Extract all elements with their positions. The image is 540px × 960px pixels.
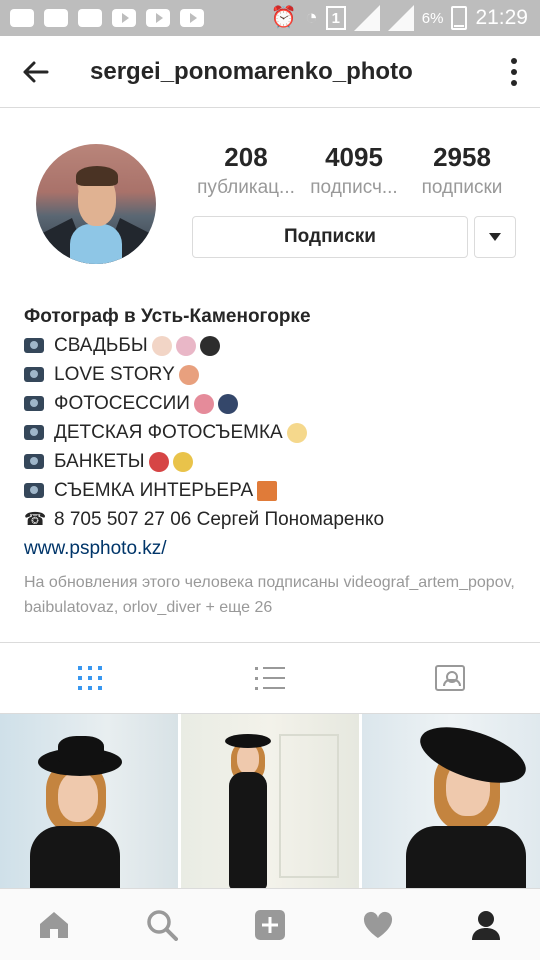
dancer-emoji-icon bbox=[148, 451, 169, 472]
heart-icon bbox=[363, 911, 393, 938]
bio-line: ФОТОСЕССИИ bbox=[24, 389, 524, 418]
battery-icon bbox=[451, 6, 468, 30]
phone-text: 8 705 507 27 06 Сергей Пономаренко bbox=[54, 509, 385, 530]
messages-icon bbox=[10, 9, 34, 27]
youtube-icon bbox=[146, 9, 170, 27]
clock: 21:29 bbox=[475, 6, 528, 29]
signal-icon bbox=[353, 5, 380, 31]
page-title: sergei_ponomarenko_photo bbox=[90, 57, 413, 85]
bio-line: СЪЕМКА ИНТЕРЬЕРА bbox=[24, 476, 524, 505]
party-popper-emoji-icon bbox=[172, 451, 193, 472]
nav-activity[interactable] bbox=[348, 895, 408, 955]
wifi-icon: ◔ bbox=[305, 6, 318, 29]
signal-icon bbox=[387, 5, 414, 31]
list-icon bbox=[255, 666, 285, 690]
bio-name: Фотограф в Усть-Каменогорке bbox=[24, 306, 311, 327]
bride-emoji-icon bbox=[151, 335, 172, 356]
bio-phone: ☎ 8 705 507 27 06 Сергей Пономаренко bbox=[24, 505, 524, 534]
bio: Фотограф в Усть-Каменогорке СВАДЬБЫ LOVE… bbox=[24, 302, 524, 563]
suggestions-dropdown-button[interactable] bbox=[474, 216, 516, 258]
youtube-icon bbox=[112, 9, 136, 27]
home-icon bbox=[40, 911, 68, 938]
bio-line-text: БАНКЕТЫ bbox=[54, 451, 145, 472]
camera-icon bbox=[24, 396, 44, 411]
bio-line-text: СЪЕМКА ИНТЕРЬЕРА bbox=[54, 480, 254, 501]
grid-icon bbox=[78, 666, 102, 690]
tagged-photos-icon bbox=[435, 665, 465, 691]
stat-posts[interactable]: 208 публикац... bbox=[192, 140, 300, 202]
stat-number: 208 bbox=[224, 142, 268, 172]
bio-line-text: ДЕТСКАЯ ФОТОСЪЕМКА bbox=[54, 422, 283, 443]
guard-emoji-icon bbox=[199, 335, 220, 356]
battery-percent: 6% bbox=[421, 9, 444, 27]
system-icons: ⏰ ◔ 1 6% 21:29 bbox=[271, 5, 540, 31]
notification-icons bbox=[0, 9, 204, 27]
back-button[interactable] bbox=[0, 36, 70, 108]
profile-icon bbox=[472, 910, 500, 940]
house-emoji-icon bbox=[257, 480, 278, 501]
bio-line: ДЕТСКАЯ ФОТОСЪЕМКА bbox=[24, 418, 524, 447]
bio-line: БАНКЕТЫ bbox=[24, 447, 524, 476]
photo-grid bbox=[0, 714, 540, 890]
camera-icon bbox=[24, 338, 44, 353]
camera-icon bbox=[24, 367, 44, 382]
youtube-icon bbox=[180, 9, 204, 27]
profile-header: sergei_ponomarenko_photo bbox=[0, 36, 540, 108]
nav-search[interactable] bbox=[132, 895, 192, 955]
police-emoji-icon bbox=[217, 393, 238, 414]
profile-tabs bbox=[0, 642, 540, 714]
bio-line: LOVE STORY bbox=[24, 360, 524, 389]
bio-line: СВАДЬБЫ bbox=[24, 331, 524, 360]
phone-icon: ☎ bbox=[24, 509, 47, 529]
arrow-left-icon bbox=[23, 61, 49, 82]
camera-icon bbox=[24, 454, 44, 469]
status-bar: ⏰ ◔ 1 6% 21:29 bbox=[0, 0, 540, 36]
search-icon bbox=[147, 909, 178, 941]
bio-line-text: LOVE STORY bbox=[54, 364, 175, 385]
princess-emoji-icon bbox=[193, 393, 214, 414]
android-icon bbox=[44, 9, 68, 27]
following-button[interactable]: Подписки bbox=[192, 216, 468, 258]
stat-followers[interactable]: 4095 подписч... bbox=[300, 140, 408, 202]
sim-icon: 1 bbox=[325, 6, 346, 30]
photo-thumbnail[interactable] bbox=[181, 714, 359, 890]
stat-label: публикац... bbox=[197, 177, 295, 198]
bottom-navigation bbox=[0, 888, 540, 960]
photo-thumbnail[interactable] bbox=[0, 714, 178, 890]
camera-icon bbox=[24, 483, 44, 498]
add-post-icon bbox=[255, 909, 285, 940]
nav-profile[interactable] bbox=[456, 895, 516, 955]
nav-home[interactable] bbox=[24, 895, 84, 955]
stat-label: подписки bbox=[421, 177, 503, 198]
more-vertical-icon[interactable] bbox=[510, 58, 518, 86]
stat-following[interactable]: 2958 подписки bbox=[408, 140, 516, 202]
wrench-icon bbox=[78, 9, 102, 27]
website-link[interactable]: www.psphoto.kz/ bbox=[24, 534, 524, 563]
followed-by-text[interactable]: На обновления этого человека подписаны v… bbox=[24, 570, 524, 620]
bio-line-text: ФОТОСЕССИИ bbox=[54, 393, 190, 414]
camera-icon bbox=[24, 425, 44, 440]
avatar[interactable] bbox=[36, 144, 156, 264]
stat-number: 2958 bbox=[433, 142, 491, 172]
photo-thumbnail[interactable] bbox=[362, 714, 540, 890]
baby-emoji-icon bbox=[286, 422, 307, 443]
bouquet-emoji-icon bbox=[175, 335, 196, 356]
tab-list[interactable] bbox=[180, 643, 360, 713]
tab-tagged[interactable] bbox=[360, 643, 540, 713]
profile-stats: 208 публикац... 4095 подписч... 2958 под… bbox=[192, 140, 516, 202]
stat-number: 4095 bbox=[325, 142, 383, 172]
nav-add[interactable] bbox=[240, 895, 300, 955]
bio-line-text: СВАДЬБЫ bbox=[54, 335, 148, 356]
tab-grid[interactable] bbox=[0, 643, 180, 713]
couple-kiss-emoji-icon bbox=[178, 364, 199, 385]
alarm-icon: ⏰ bbox=[270, 6, 298, 29]
stat-label: подписч... bbox=[310, 177, 398, 198]
